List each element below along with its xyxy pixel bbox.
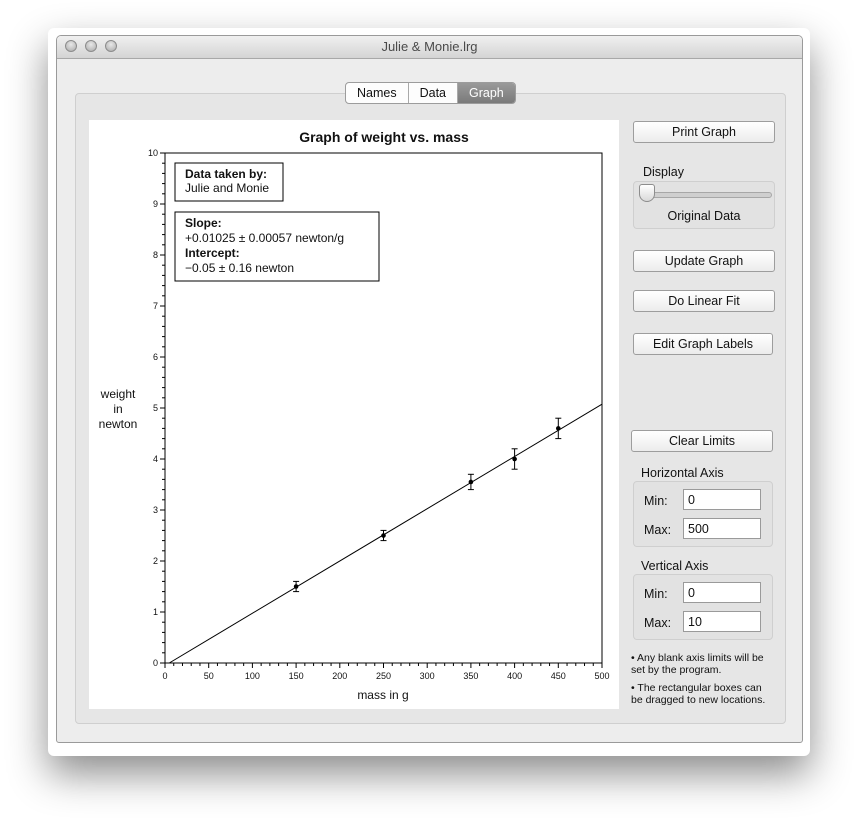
y-axis: 0 1 2 3 4 5 6 7 8 9 10 xyxy=(148,148,165,668)
data-point xyxy=(468,479,474,485)
x-tick-label: 150 xyxy=(289,671,304,681)
linear-fit-box[interactable]: Slope: +0.01025 ± 0.00057 newton/g Inter… xyxy=(174,211,380,282)
slope-value: +0.01025 ± 0.00057 newton/g xyxy=(185,231,344,245)
vertical-axis-label: Vertical Axis xyxy=(641,559,709,573)
do-linear-fit-button[interactable]: Do Linear Fit xyxy=(633,290,775,312)
data-taken-by-heading: Data taken by: xyxy=(185,167,267,181)
x-tick-label: 200 xyxy=(332,671,347,681)
update-graph-button[interactable]: Update Graph xyxy=(633,250,775,272)
y-tick-label: 8 xyxy=(153,250,158,260)
x-tick-label: 50 xyxy=(204,671,214,681)
fit-line-layer xyxy=(169,403,603,664)
intercept-value: −0.05 ± 0.16 newton xyxy=(185,261,294,275)
y-tick-label: 5 xyxy=(153,403,158,413)
clear-limits-button[interactable]: Clear Limits xyxy=(631,430,773,452)
data-point xyxy=(556,426,561,431)
x-tick-label: 450 xyxy=(551,671,566,681)
note-blank-limits: • Any blank axis limits will be set by t… xyxy=(631,652,764,676)
horizontal-axis-label: Horizontal Axis xyxy=(641,466,724,480)
horizontal-max-label: Max: xyxy=(644,523,672,537)
data-points-layer xyxy=(293,417,562,593)
data-point xyxy=(293,584,299,589)
data-point xyxy=(512,456,517,462)
vertical-axis-group: Min: Max: xyxy=(633,574,773,640)
vertical-min-input[interactable] xyxy=(683,582,761,603)
display-value: Original Data xyxy=(667,209,741,223)
x-tick-label: 400 xyxy=(507,671,522,681)
display-group: Original Data xyxy=(633,181,775,229)
y-tick-label: 6 xyxy=(153,352,158,362)
print-graph-button[interactable]: Print Graph xyxy=(633,121,775,143)
tab-names[interactable]: Names xyxy=(346,83,409,103)
x-tick-label: 500 xyxy=(594,671,609,681)
y-tick-label: 2 xyxy=(153,556,158,566)
tab-bar: Names Data Graph xyxy=(345,82,516,104)
display-slider-track[interactable] xyxy=(642,192,772,198)
graph-chart: Graph of weight vs. mass 0 1 2 3 4 5 6 7 8 9 10 0 5… xyxy=(99,129,610,702)
x-axis-label: mass in g xyxy=(357,688,408,702)
data-taken-by-names: Julie and Monie xyxy=(185,181,269,195)
vertical-max-label: Max: xyxy=(644,616,672,630)
x-tick-label: 0 xyxy=(162,671,167,681)
tab-data[interactable]: Data xyxy=(409,83,458,103)
x-tick-label: 100 xyxy=(245,671,260,681)
horizontal-min-input[interactable] xyxy=(683,489,761,510)
y-tick-label: 9 xyxy=(153,199,158,209)
y-tick-label: 10 xyxy=(148,148,158,158)
y-tick-label: 1 xyxy=(153,607,158,617)
y-tick-label: 7 xyxy=(153,301,158,311)
note-drag-boxes: • The rectangular boxes can be dragged t… xyxy=(631,682,766,706)
x-axis: 0 50 100 150 200 250 300 350 400 450 500 xyxy=(162,663,610,681)
y-tick-label: 3 xyxy=(153,505,158,515)
slope-heading: Slope: xyxy=(185,216,222,230)
horizontal-axis-group: Min: Max: xyxy=(633,481,773,547)
y-axis-label-line-2: in xyxy=(113,402,122,416)
app-window: Julie & Monie.lrg Names Data Graph Graph… xyxy=(56,35,803,743)
y-tick-label: 4 xyxy=(153,454,158,464)
horizontal-min-label: Min: xyxy=(644,494,668,508)
data-taken-by-box[interactable]: Data taken by: Julie and Monie xyxy=(174,162,284,202)
vertical-min-label: Min: xyxy=(644,587,668,601)
x-tick-label: 350 xyxy=(463,671,478,681)
title-bar[interactable]: Julie & Monie.lrg xyxy=(57,36,802,59)
edit-graph-labels-button[interactable]: Edit Graph Labels xyxy=(633,333,773,355)
graph-area: Graph of weight vs. mass 0 1 2 3 4 5 6 7 8 9 10 0 5… xyxy=(89,120,619,709)
horizontal-max-input[interactable] xyxy=(683,518,761,539)
fit-line xyxy=(169,403,603,664)
intercept-heading: Intercept: xyxy=(185,246,240,260)
graph-title: Graph of weight vs. mass xyxy=(299,129,469,145)
x-tick-label: 300 xyxy=(420,671,435,681)
display-slider-thumb[interactable] xyxy=(639,184,655,202)
data-point xyxy=(381,533,386,538)
display-label: Display xyxy=(643,165,684,179)
window-title: Julie & Monie.lrg xyxy=(381,39,478,54)
y-axis-label-line-1: weight xyxy=(100,387,136,401)
vertical-max-input[interactable] xyxy=(683,611,761,632)
y-axis-label-line-3: newton xyxy=(99,417,138,431)
y-tick-label: 0 xyxy=(153,658,158,668)
tab-graph[interactable]: Graph xyxy=(458,83,515,103)
x-tick-label: 250 xyxy=(376,671,391,681)
